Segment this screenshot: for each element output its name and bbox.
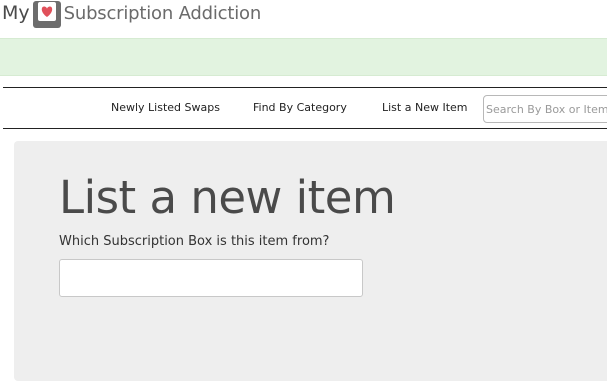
search-input[interactable] [483, 95, 607, 123]
page-title: List a new item [59, 171, 396, 224]
subscription-box-label: Which Subscription Box is this item from… [59, 234, 330, 249]
nav-find-by-category[interactable]: Find By Category [253, 101, 347, 114]
nav-newly-listed-swaps[interactable]: Newly Listed Swaps [111, 101, 220, 114]
logo-name: Subscription Addiction [63, 2, 262, 24]
nav-list-new-item[interactable]: List a New Item [382, 101, 468, 114]
main-nav: Newly Listed Swaps Find By Category List… [3, 87, 607, 129]
notification-banner [0, 38, 607, 76]
site-header: My Subscription Addiction [0, 0, 607, 30]
heart-box-icon [32, 0, 61, 28]
list-item-form-panel: List a new item Which Subscription Box i… [14, 141, 607, 381]
site-logo[interactable]: My Subscription Addiction [2, 0, 261, 30]
subscription-box-input[interactable] [59, 259, 363, 297]
logo-prefix: My [2, 2, 30, 24]
